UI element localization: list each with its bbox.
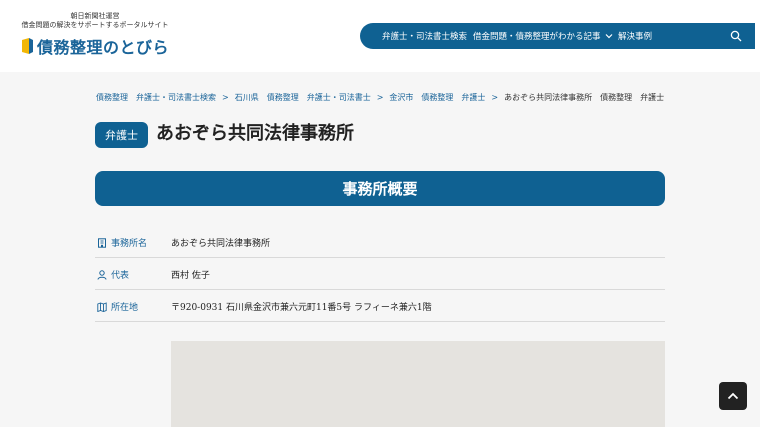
logo-tagline-operator: 朝日新聞社運営	[70, 12, 120, 20]
global-nav: 弁護士・司法書士検索 借金問題・債務整理がわかる記事 解決事例	[360, 23, 755, 49]
info-row-office: 事務所名 あおぞら共同法律事務所	[95, 227, 665, 258]
breadcrumb-item[interactable]: 債務整理	[96, 92, 128, 103]
site-header: 朝日新聞社運営 借金問題の解決をサポートするポータルサイト 債務整理のとびら 弁…	[0, 0, 760, 72]
info-label-text: 代表	[111, 271, 130, 281]
logo-tagline: 借金問題の解決をサポートするポータルサイト	[21, 21, 169, 29]
info-label-representative: 代表	[97, 268, 129, 281]
page-title: あおぞら共同法律事務所	[156, 123, 354, 144]
breadcrumb-separator: >	[376, 93, 384, 102]
nav-cases[interactable]: 解決事例	[618, 30, 652, 42]
nav-articles[interactable]: 借金問題・債務整理がわかる記事	[473, 30, 613, 42]
map-icon	[97, 301, 107, 312]
profession-badge: 弁護士	[95, 122, 148, 148]
building-icon	[98, 237, 106, 248]
info-row-address: 所在地 〒920-0931 石川県金沢市兼六元町11番5号 ラフィーネ兼六1階	[95, 291, 665, 322]
door-logo-icon	[22, 38, 33, 54]
breadcrumb-current: あおぞら共同法律事務所	[504, 93, 593, 102]
nav-lawyer-search[interactable]: 弁護士・司法書士検索	[382, 30, 467, 42]
breadcrumb-item[interactable]: 弁護士	[461, 92, 485, 103]
person-icon	[97, 269, 107, 280]
info-label-address: 所在地	[97, 300, 138, 313]
search-icon[interactable]	[730, 30, 742, 42]
breadcrumb-item[interactable]: 弁護士・司法書士検索	[136, 92, 216, 103]
breadcrumb-separator: >	[222, 93, 229, 102]
map-embed[interactable]	[171, 341, 665, 427]
breadcrumb-item[interactable]: 石川県	[235, 92, 259, 103]
breadcrumb-item[interactable]: 債務整理	[267, 92, 299, 103]
breadcrumb-tag: 弁護士	[640, 93, 665, 102]
section-heading: 事務所概要	[95, 171, 665, 206]
scroll-to-top-button[interactable]	[719, 382, 747, 410]
info-row-representative: 代表 西村 佐子	[95, 259, 665, 290]
info-value-representative: 西村 佐子	[171, 271, 210, 281]
logo-main: 債務整理のとびら	[20, 34, 190, 58]
breadcrumb-item[interactable]: 弁護士・司法書士	[307, 92, 371, 103]
logo-text: 債務整理のとびら	[37, 38, 170, 57]
breadcrumb-separator: >	[491, 93, 499, 102]
info-value-address: 〒920-0931 石川県金沢市兼六元町11番5号 ラフィーネ兼六1階	[171, 303, 432, 313]
info-label-office: 事務所名	[97, 236, 147, 249]
chevron-down-icon	[605, 34, 612, 39]
breadcrumb-item[interactable]: 金沢市	[389, 92, 413, 103]
info-label-text: 所在地	[111, 303, 139, 313]
info-label-text: 事務所名	[111, 239, 148, 249]
info-value-office: あおぞら共同法律事務所	[171, 239, 271, 249]
nav-articles-label: 借金問題・債務整理がわかる記事	[473, 32, 601, 42]
breadcrumb-item[interactable]: 債務整理	[421, 92, 453, 103]
chevron-up-icon	[727, 392, 739, 400]
breadcrumb: 債務整理 弁護士・司法書士検索 > 石川県 債務整理 弁護士・司法書士 > 金沢…	[96, 92, 664, 103]
site-logo[interactable]: 朝日新聞社運営 借金問題の解決をサポートするポータルサイト 債務整理のとびら	[20, 12, 190, 58]
breadcrumb-tag: 債務整理	[600, 93, 633, 102]
